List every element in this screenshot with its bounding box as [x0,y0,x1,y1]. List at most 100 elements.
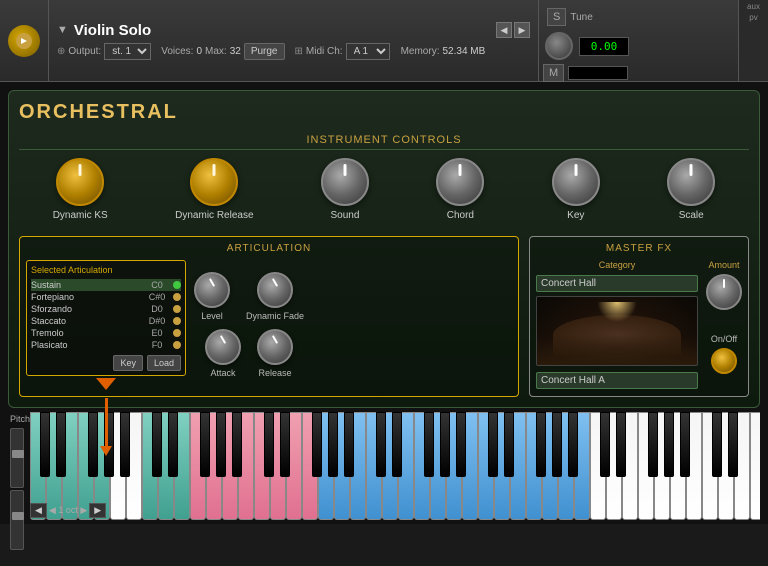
master-fx-panel: MASTER FX Category Concert Hall [529,236,749,397]
artic-row-sustain[interactable]: Sustain C0 [31,279,181,291]
octave-6 [702,412,760,520]
load-btn[interactable]: Load [147,355,181,371]
s-button[interactable]: S [547,8,566,26]
black-key-oct2-2[interactable] [312,412,322,477]
artic-row-plasicato[interactable]: Plasicato F0 [31,339,181,351]
black-key-oct2-0[interactable] [264,412,274,477]
attack-knob-item: Attack [205,329,241,378]
black-key-oct6-1[interactable] [728,412,738,477]
knobs-row: Dynamic KS Dynamic Release Sound Chord K… [19,158,749,221]
dynamic-fade-knob[interactable] [257,272,293,308]
key-btn[interactable]: Key [113,355,143,371]
sub-select[interactable]: Concert Hall A [536,372,698,389]
black-key-oct5-0[interactable] [600,412,610,477]
dynamic-release-knob[interactable] [190,158,238,206]
black-key-oct6-0[interactable] [712,412,722,477]
black-key-oct0-2[interactable] [88,412,98,477]
selected-articulation-box: Selected Articulation Sustain C0 Fortepi… [26,260,186,376]
black-key-oct0-0[interactable] [40,412,50,477]
reverb-section: Category Concert Hall Concert Hall [536,260,698,389]
knob-key: Key [552,158,600,221]
midi-icon: ⊞ [295,46,303,57]
artic-dot-plasicato [173,341,181,349]
category-select[interactable]: Concert Hall [536,275,698,292]
artic-name-plasicato: Plasicato [31,340,141,350]
pitch-slider-thumb [12,450,24,458]
black-key-oct1-4[interactable] [232,412,242,477]
knob-dynamic-release: Dynamic Release [175,158,253,221]
black-key-oct4-0[interactable] [488,412,498,477]
tune-panel: S Tune 0.00 M [538,0,738,81]
orchestral-title: ORCHESTRAL [19,101,749,124]
bottom-section: ARTICULATION Selected Articulation Susta… [19,236,749,397]
dynamic-ks-label: Dynamic KS [53,210,108,221]
black-key-oct5-3[interactable] [664,412,674,477]
mod-slider[interactable] [10,490,24,550]
amount-knob[interactable] [706,274,742,310]
black-key-oct3-1[interactable] [392,412,402,477]
black-key-oct3-0[interactable] [376,412,386,477]
octave-nav: ◀ ◀ 1 oct ▶ ▶ [30,503,106,518]
artic-row-tremolo[interactable]: Tremolo E0 [31,327,181,339]
artic-dot-sforzando [173,305,181,313]
m-button[interactable]: M [543,64,564,82]
tune-knob[interactable] [545,32,573,60]
onoff-label: On/Off [711,334,737,344]
black-key-oct0-4[interactable] [120,412,130,477]
white-key-oct6-3[interactable] [750,412,760,520]
key-knob[interactable] [552,158,600,206]
down-arrow-indicator [96,378,116,390]
black-key-oct1-1[interactable] [168,412,178,477]
knob-scale: Scale [667,158,715,221]
black-key-oct5-4[interactable] [680,412,690,477]
level-knob-item: Level [194,272,230,321]
release-knob[interactable] [257,329,293,365]
artic-row-fortepiano[interactable]: Fortepiano C#0 [31,291,181,303]
output-select[interactable]: st. 1 [104,43,151,60]
nav-right-btn[interactable]: ▶ [514,22,530,38]
key-label: Key [567,210,584,221]
dynamic-ks-knob[interactable] [56,158,104,206]
onoff-button[interactable] [711,348,737,374]
pitch-slider[interactable] [10,428,24,488]
artic-row-sforzando[interactable]: Sforzando D0 [31,303,181,315]
articulation-knobs: Level Dynamic Fade Attack [194,260,304,390]
artic-row-staccato[interactable]: Staccato D#0 [31,315,181,327]
black-key-oct1-3[interactable] [216,412,226,477]
dynamic-release-label: Dynamic Release [175,210,253,221]
black-key-oct5-1[interactable] [616,412,626,477]
attack-knob[interactable] [205,329,241,365]
level-knob[interactable] [194,272,230,308]
piano-keys-wrapper [30,412,760,520]
chord-knob[interactable] [436,158,484,206]
black-key-oct4-1[interactable] [504,412,514,477]
black-key-oct4-3[interactable] [552,412,562,477]
aux-label: aux [747,2,760,11]
black-key-oct2-1[interactable] [280,412,290,477]
main-area: ORCHESTRAL INSTRUMENT CONTROLS Dynamic K… [8,90,760,408]
artic-dot-fortepiano [173,293,181,301]
midi-select[interactable]: A 1 [346,43,390,60]
black-key-oct4-2[interactable] [536,412,546,477]
artic-dot-sustain [173,281,181,289]
black-key-oct2-3[interactable] [328,412,338,477]
black-key-oct1-2[interactable] [200,412,210,477]
black-key-oct3-2[interactable] [424,412,434,477]
black-key-oct1-0[interactable] [152,412,162,477]
purge-btn[interactable]: Purge [244,43,285,60]
black-key-oct5-2[interactable] [648,412,658,477]
oct-left-btn[interactable]: ◀ [30,503,47,518]
black-key-oct0-1[interactable] [56,412,66,477]
key-load-row: Key Load [31,355,181,371]
artic-key-fortepiano: C#0 [143,292,171,302]
black-key-oct4-4[interactable] [568,412,578,477]
scale-knob[interactable] [667,158,715,206]
oct-right-btn[interactable]: ▶ [89,503,106,518]
black-key-oct3-4[interactable] [456,412,466,477]
artic-dot-tremolo [173,329,181,337]
black-key-oct3-3[interactable] [440,412,450,477]
black-key-oct2-4[interactable] [344,412,354,477]
sound-knob[interactable] [321,158,369,206]
nav-left-btn[interactable]: ◀ [496,22,512,38]
artic-name-sustain: Sustain [31,280,141,290]
